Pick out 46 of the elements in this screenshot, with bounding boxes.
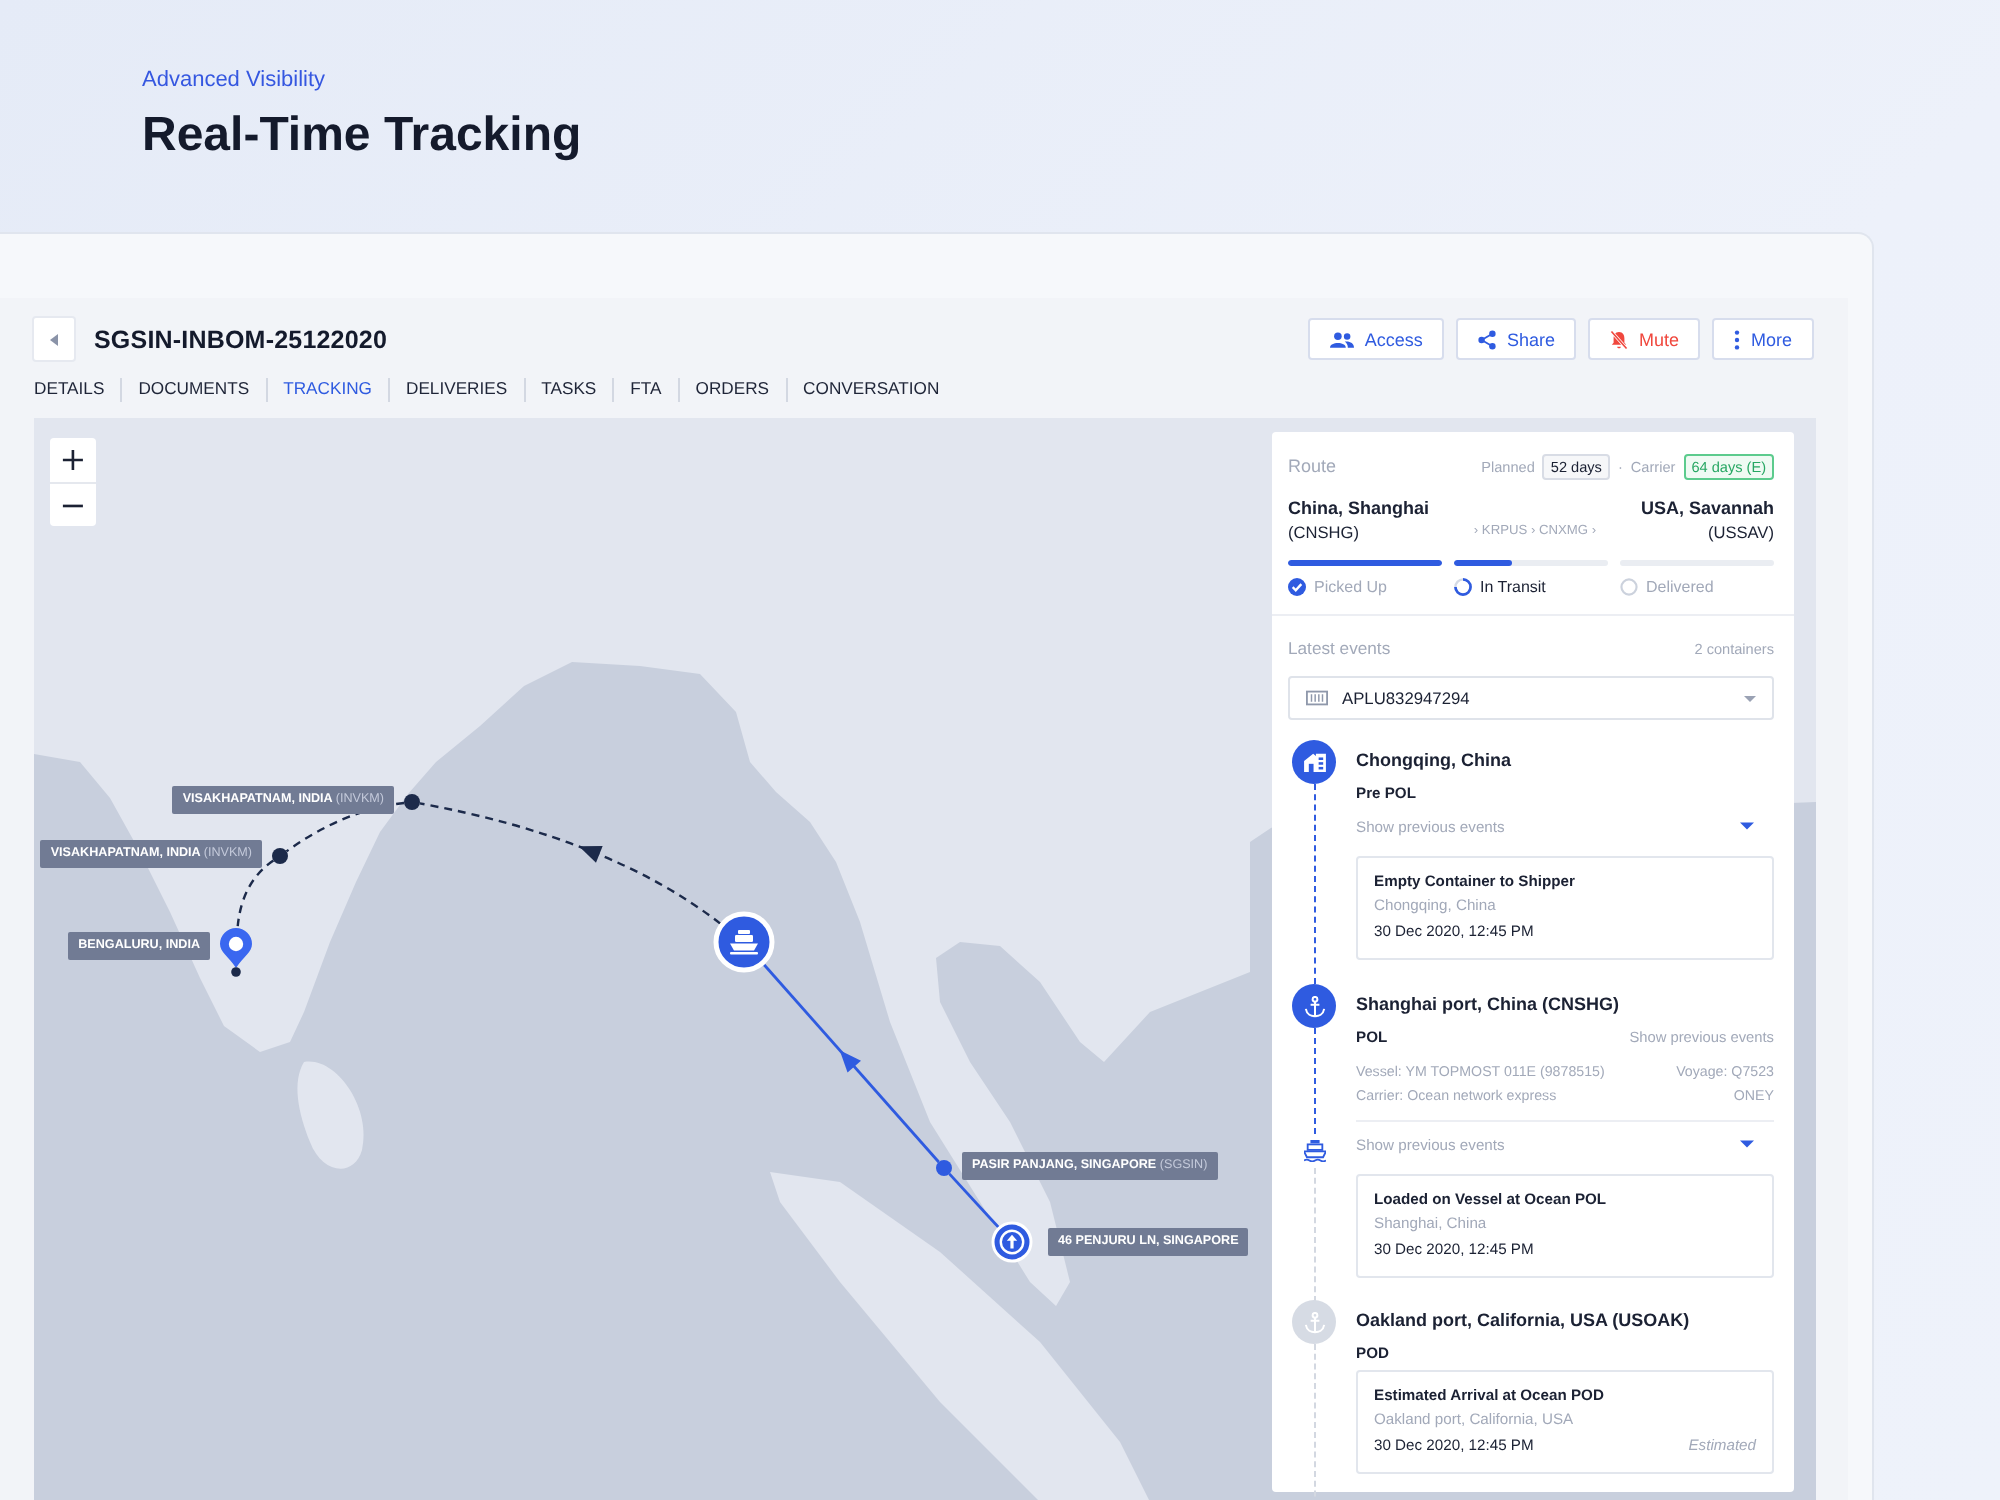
caret-down-icon — [1740, 1140, 1754, 1148]
people-icon — [1330, 331, 1355, 347]
share-icon — [1478, 329, 1497, 349]
more-button[interactable]: More — [1712, 318, 1814, 360]
tab[interactable]: ORDERS — [677, 377, 786, 401]
destination-city: USA, Savannah — [1640, 496, 1774, 520]
caret-down-icon — [1744, 695, 1756, 701]
arrow-up-marker-icon[interactable] — [991, 1221, 1033, 1263]
location-dot-icon[interactable] — [404, 794, 420, 810]
origin-city: China, Shanghai — [1288, 496, 1430, 520]
caret-left-icon — [50, 333, 58, 345]
zoom-in-button[interactable]: + — [50, 438, 96, 482]
tab[interactable]: TASKS — [523, 377, 613, 401]
section-eyebrow: Advanced Visibility — [142, 66, 326, 94]
tab[interactable]: TRACKING — [265, 377, 388, 401]
event-place: Oakland port, California, USA (USOAK) — [1356, 1308, 1692, 1334]
share-button[interactable]: Share — [1456, 318, 1577, 360]
destination-code: (USSAV) — [1705, 520, 1774, 544]
route-heading: Route — [1288, 456, 1337, 476]
tab[interactable]: CONVERSATION — [785, 377, 956, 401]
route-line — [948, 1172, 1000, 1229]
shipment-reference: SGSIN-INBOM-25122020 — [94, 325, 388, 353]
caret-down-icon — [1740, 822, 1754, 830]
tab[interactable]: DOCUMENTS — [120, 377, 266, 401]
origin-code: (CNSHG) — [1288, 520, 1361, 544]
stage-label: In Transit — [1480, 578, 1546, 596]
mute-button[interactable]: Mute — [1588, 318, 1701, 360]
stage-label: Delivered — [1646, 578, 1714, 596]
page-title: Real-Time Tracking — [142, 106, 582, 166]
map-pin-icon[interactable] — [220, 928, 252, 977]
tab[interactable]: FTA — [612, 377, 678, 401]
container-icon — [1306, 690, 1328, 706]
route-line — [236, 859, 275, 927]
zoom-out-button[interactable]: − — [50, 482, 96, 526]
stage-label: Picked Up — [1314, 578, 1387, 596]
location-dot-icon[interactable] — [272, 848, 288, 864]
more-icon — [1734, 329, 1741, 349]
tab[interactable]: DETAILS — [34, 377, 121, 401]
tab[interactable]: DELIVERIES — [387, 377, 524, 401]
event-place: Chongqing, China — [1356, 748, 1513, 774]
bell-off-icon — [1610, 329, 1629, 349]
events-heading: Latest events — [1288, 638, 1391, 658]
container-select[interactable]: APLU832947294 — [1288, 676, 1774, 720]
event-place: Shanghai port, China (CNSHG) — [1356, 992, 1621, 1018]
location-dot-icon[interactable] — [936, 1160, 952, 1176]
access-button[interactable]: Access — [1308, 318, 1445, 360]
